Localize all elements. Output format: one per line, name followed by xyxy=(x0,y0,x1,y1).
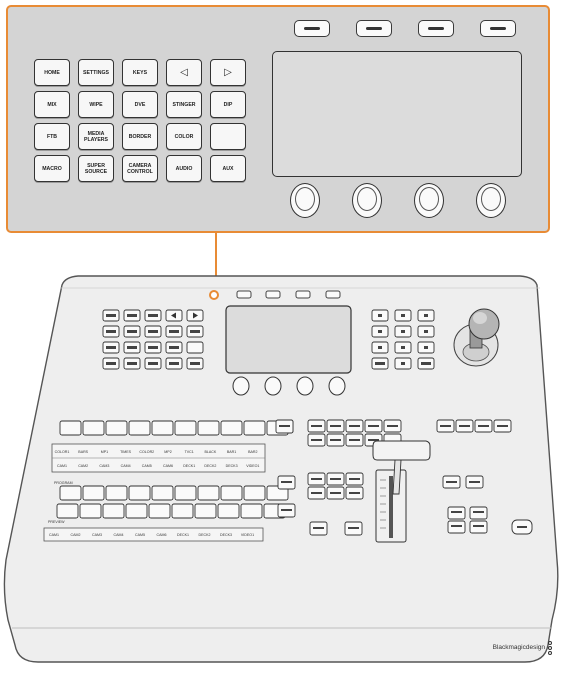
console-knob-3[interactable] xyxy=(296,376,314,396)
program-top-label-5: MP2 xyxy=(164,450,171,454)
console-lcd xyxy=(225,305,352,374)
console-soft-button-1[interactable] xyxy=(236,290,252,299)
preview-bus-label: PREVIEW xyxy=(48,520,65,524)
preview-label-6: DECK1 xyxy=(177,533,189,537)
program-top-label-3: TIMES xyxy=(120,450,132,454)
preview-label-1: CAM2 xyxy=(71,533,81,537)
program-top-label-9: BAR2 xyxy=(248,450,257,454)
console-soft-button-3[interactable] xyxy=(295,290,311,299)
program-top-label-8: BAR1 xyxy=(227,450,236,454)
program-bottom-label-0: CAM1 xyxy=(57,464,67,468)
console-knob-1[interactable] xyxy=(232,376,250,396)
console-key-bus xyxy=(59,419,294,436)
program-bottom-label-1: CAM2 xyxy=(78,464,88,468)
program-bottom-label-4: CAM5 xyxy=(142,464,152,468)
preview-label-3: CAM4 xyxy=(114,533,124,537)
preview-label-8: DECK3 xyxy=(220,533,232,537)
program-bus-label: PROGRAM xyxy=(54,481,73,485)
brand-mark-icon xyxy=(548,641,552,656)
preview-label-2: CAM3 xyxy=(92,533,102,537)
program-bottom-label-6: DECK1 xyxy=(183,464,195,468)
preview-label-9: VIDEO1 xyxy=(241,533,254,537)
program-bottom-label-3: CAM4 xyxy=(121,464,131,468)
program-bottom-label-5: CAM6 xyxy=(163,464,173,468)
preview-label-7: DECK2 xyxy=(199,533,211,537)
program-bottom-label-9: VIDEO1 xyxy=(246,464,259,468)
preview-label-5: CAM6 xyxy=(157,533,167,537)
brand-logo: Blackmagicdesign xyxy=(492,644,545,651)
program-top-label-4: COLOR2 xyxy=(139,450,154,454)
switcher-console: COLOR1 BARS MP1 TIMES COLOR2 MP2 TVC1 BLACK BAR1… xyxy=(3,275,559,663)
program-top-label-6: TVC1 xyxy=(185,450,194,454)
console-soft-button-2[interactable] xyxy=(265,290,281,299)
program-top-label-1: BARS xyxy=(78,450,88,454)
program-bottom-label-7: DECK2 xyxy=(204,464,216,468)
program-bottom-label-2: CAM3 xyxy=(99,464,109,468)
program-top-label-2: MP1 xyxy=(101,450,108,454)
callout-anchor-dot xyxy=(209,290,219,300)
console-knob-4[interactable] xyxy=(328,376,346,396)
preview-label-4: CAM5 xyxy=(135,533,145,537)
program-top-label-7: BLACK xyxy=(205,450,217,454)
program-bottom-label-8: DECK3 xyxy=(226,464,238,468)
program-top-label-0: COLOR1 xyxy=(55,450,70,454)
preview-label-0: CAM1 xyxy=(49,533,59,537)
console-soft-button-4[interactable] xyxy=(325,290,341,299)
console-knob-2[interactable] xyxy=(264,376,282,396)
